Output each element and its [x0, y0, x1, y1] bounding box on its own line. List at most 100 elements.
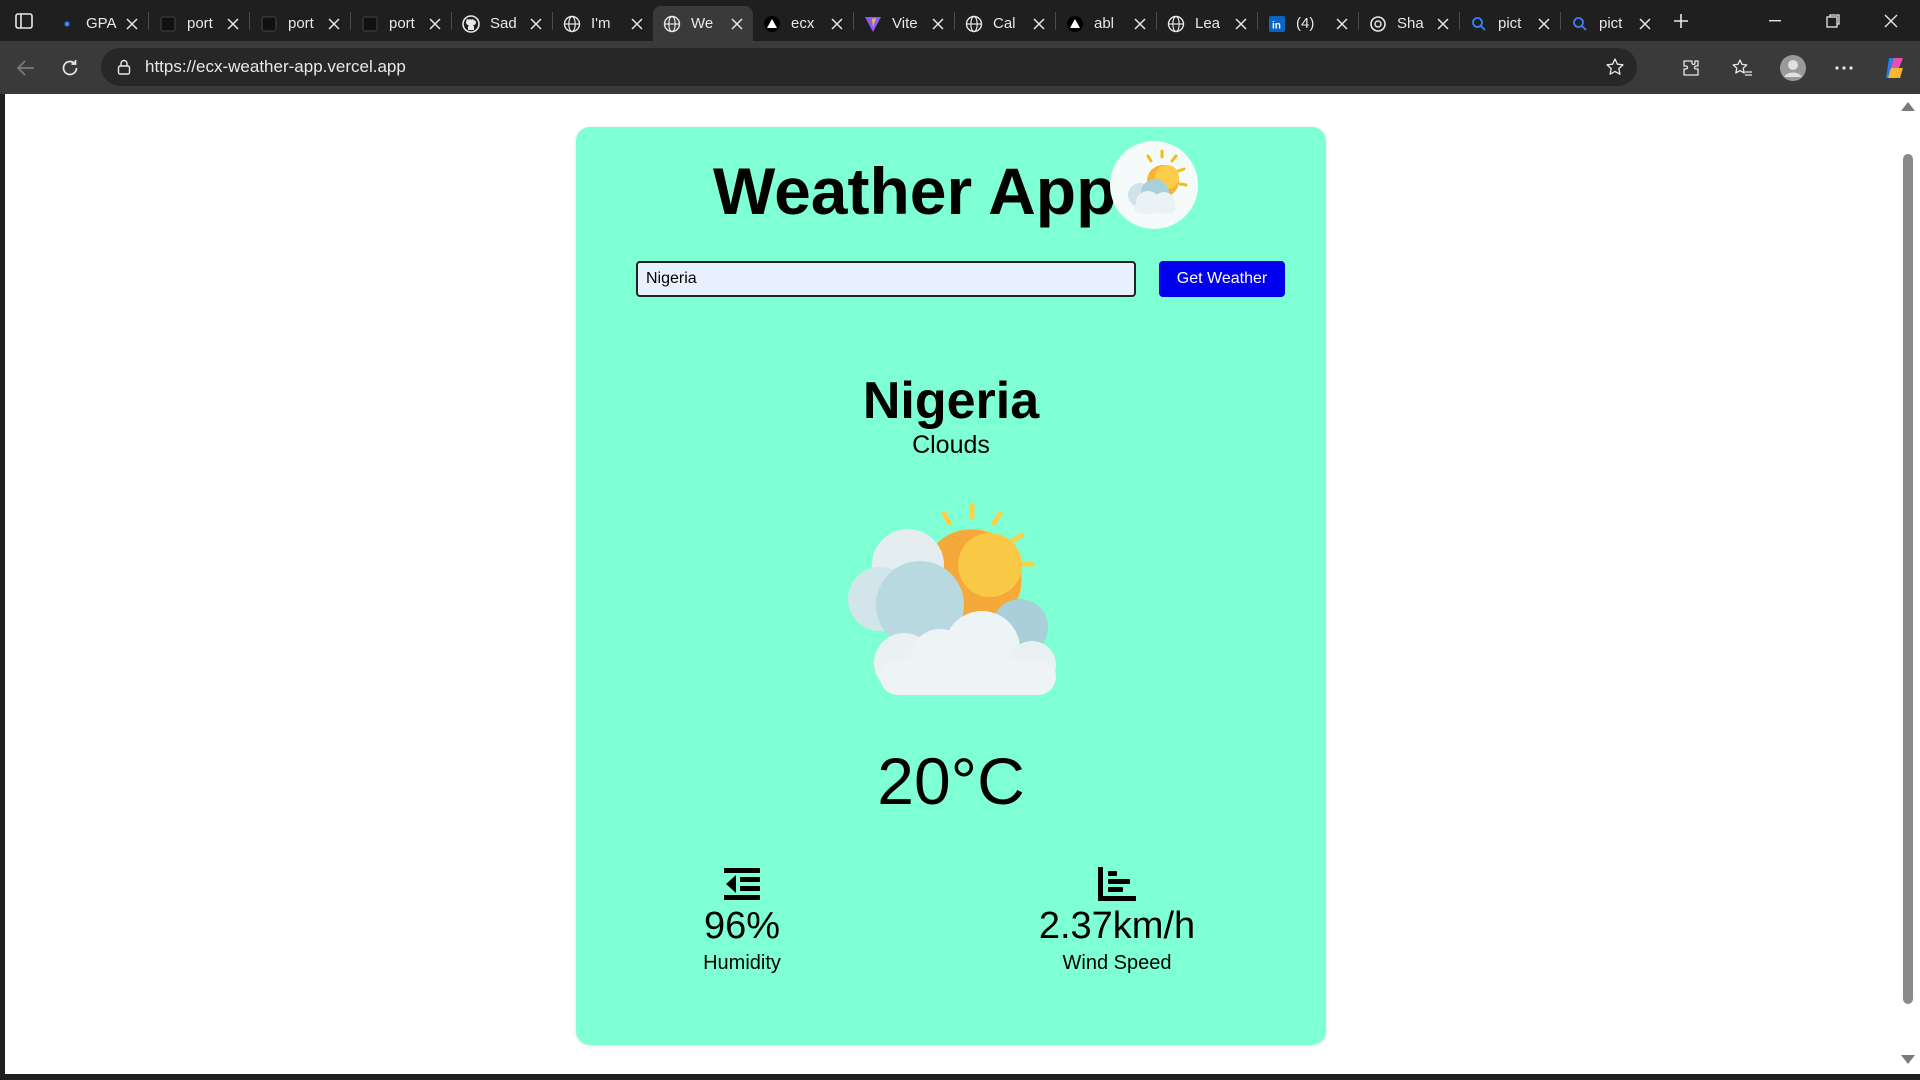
globe-icon — [965, 15, 983, 33]
app-title: Weather App — [713, 154, 1117, 228]
minimize-button[interactable] — [1746, 0, 1804, 41]
tab-title: I'm — [591, 15, 611, 32]
close-tab-icon[interactable] — [1233, 16, 1249, 32]
browser-tab-strip: GPA port port port Sad I'm We ecx Vite Cal abl Lea i… — [0, 0, 1920, 41]
browser-toolbar: https://ecx-weather-app.vercel.app — [0, 41, 1920, 94]
vercel-icon — [763, 15, 781, 33]
tab-title: Sha — [1397, 15, 1424, 32]
browser-tab[interactable]: Lea — [1157, 6, 1257, 41]
globe-icon — [663, 15, 681, 33]
tab-title: Lea — [1195, 15, 1221, 32]
close-window-button[interactable] — [1862, 0, 1920, 41]
wind-speed-value: 2.37km/h — [1038, 905, 1196, 947]
browser-tab[interactable]: port — [250, 6, 350, 41]
back-button[interactable] — [4, 50, 48, 86]
browser-tab[interactable]: ecx — [753, 6, 853, 41]
page-icon — [159, 15, 177, 33]
scrollbar-thumb[interactable] — [1903, 154, 1913, 1004]
close-tab-icon[interactable] — [729, 16, 745, 32]
window-bottom-edge — [0, 1074, 1920, 1080]
dot-icon — [58, 15, 76, 33]
tab-list: GPA port port port Sad I'm We ecx Vite Cal abl Lea i… — [48, 0, 1661, 41]
close-tab-icon[interactable] — [629, 16, 645, 32]
browser-tab[interactable]: pict — [1460, 6, 1560, 41]
page-viewport: Weather App Get Weather Nigeria Clouds — [5, 94, 1897, 1074]
close-tab-icon[interactable] — [1031, 16, 1047, 32]
close-tab-icon[interactable] — [124, 16, 140, 32]
tab-title: ecx — [791, 15, 815, 32]
page-icon — [361, 15, 379, 33]
url-text[interactable]: https://ecx-weather-app.vercel.app — [145, 57, 406, 77]
temperature-value: 20°C — [877, 744, 1025, 818]
clouds-weather-icon — [848, 502, 1056, 695]
toolbar-right — [1665, 41, 1920, 94]
close-tab-icon[interactable] — [1132, 16, 1148, 32]
tab-title: Sad — [490, 15, 517, 32]
browser-tab[interactable]: port — [149, 6, 249, 41]
tab-title: GPA — [86, 15, 117, 32]
close-tab-icon[interactable] — [1435, 16, 1451, 32]
weather-condition: Clouds — [912, 431, 990, 459]
browser-tab[interactable]: Cal — [955, 6, 1055, 41]
favorites-icon[interactable] — [1716, 41, 1767, 94]
humidity-icon — [612, 865, 872, 903]
new-tab-button[interactable] — [1661, 0, 1701, 41]
close-tab-icon[interactable] — [427, 16, 443, 32]
close-tab-icon[interactable] — [528, 16, 544, 32]
tab-title: Vite — [892, 15, 918, 32]
close-tab-icon[interactable] — [1334, 16, 1350, 32]
tab-title: port — [187, 15, 213, 32]
weather-card: Weather App Get Weather Nigeria Clouds — [576, 127, 1326, 1045]
search-icon — [1571, 15, 1589, 33]
vercel-icon — [1066, 15, 1084, 33]
browser-tab[interactable]: abl — [1056, 6, 1156, 41]
window-controls — [1746, 0, 1920, 41]
github-icon — [462, 14, 480, 33]
browser-tab[interactable]: Vite — [854, 6, 954, 41]
get-weather-button[interactable]: Get Weather — [1159, 261, 1285, 297]
humidity-value: 96% — [703, 905, 781, 947]
globe-icon — [1167, 15, 1185, 33]
close-tab-icon[interactable] — [930, 16, 946, 32]
scroll-up-arrow-icon[interactable] — [1901, 102, 1915, 111]
close-tab-icon[interactable] — [829, 16, 845, 32]
sun-cloud-logo-icon — [1110, 141, 1198, 229]
sidebar-toggle-icon[interactable] — [0, 0, 48, 41]
close-tab-icon[interactable] — [1536, 16, 1552, 32]
browser-tab[interactable]: Sad — [452, 6, 552, 41]
browser-tab[interactable]: in (4) — [1258, 6, 1358, 41]
browser-tab[interactable]: port — [351, 6, 451, 41]
scroll-down-arrow-icon[interactable] — [1901, 1055, 1915, 1064]
browser-tab[interactable]: pict — [1561, 6, 1661, 41]
humidity-stat: 96% Humidity — [612, 865, 872, 975]
city-search-input[interactable] — [636, 261, 1136, 297]
tab-title: abl — [1094, 15, 1115, 32]
browser-tab[interactable]: I'm — [553, 6, 653, 41]
reload-button[interactable] — [48, 50, 92, 86]
svg-text:in: in — [1272, 20, 1281, 31]
close-tab-icon[interactable] — [326, 16, 342, 32]
site-info-icon[interactable] — [105, 48, 143, 86]
address-bar[interactable]: https://ecx-weather-app.vercel.app — [101, 48, 1637, 86]
tab-title: Cal — [993, 15, 1016, 32]
restore-button[interactable] — [1804, 0, 1862, 41]
browser-tab[interactable]: GPA — [48, 6, 148, 41]
profile-avatar[interactable] — [1767, 41, 1818, 94]
copilot-icon[interactable] — [1869, 41, 1920, 94]
extensions-icon[interactable] — [1665, 41, 1716, 94]
page-scrollbar[interactable] — [1897, 94, 1920, 1080]
wind-speed-icon — [987, 865, 1247, 903]
browser-tab[interactable]: Sha — [1359, 6, 1459, 41]
linkedin-icon: in — [1268, 15, 1286, 33]
favorite-star-icon[interactable] — [1603, 55, 1627, 79]
city-name: Nigeria — [862, 372, 1040, 430]
openai-icon — [1369, 15, 1387, 33]
close-tab-icon[interactable] — [225, 16, 241, 32]
globe-icon — [563, 15, 581, 33]
more-menu-icon[interactable] — [1818, 41, 1869, 94]
close-tab-icon[interactable] — [1637, 16, 1653, 32]
wind-speed-stat: 2.37km/h Wind Speed — [987, 865, 1247, 975]
tab-title: pict — [1498, 15, 1522, 32]
browser-tab[interactable]: We — [653, 6, 753, 41]
vite-icon — [864, 15, 882, 33]
